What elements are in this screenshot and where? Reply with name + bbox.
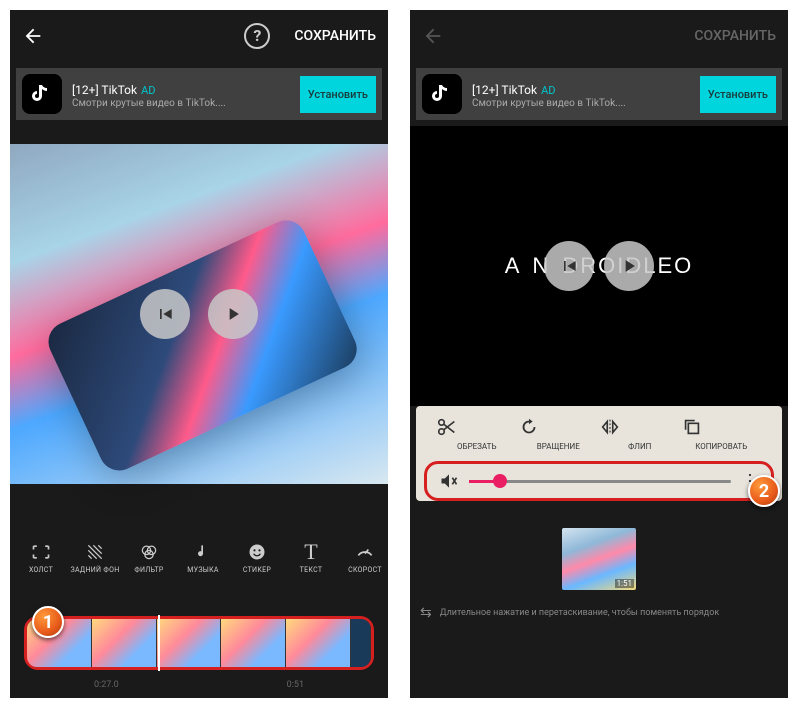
tool-text[interactable]: T ТЕКСТ [284, 540, 338, 574]
timeline-thumb [351, 619, 371, 667]
filter-icon [122, 540, 176, 564]
video-preview[interactable]: A N DROIDLEO [410, 126, 788, 406]
background-icon [68, 540, 122, 564]
ad-subtitle: Смотри крутые видео в TikTok.... [72, 98, 300, 109]
play-button[interactable] [604, 241, 654, 291]
annotation-marker-2: 2 [748, 475, 780, 507]
rotate-icon [518, 416, 600, 440]
ad-text: [12+] TikTok AD Смотри крутые видео в Tik… [72, 79, 300, 109]
time-labels: 0:27.0 0:51 [10, 680, 388, 690]
swap-icon: ⇆ [420, 605, 432, 621]
ad-subtitle: Смотри крутые видео в TikTok.... [472, 98, 700, 109]
edit-panel: ОБРЕЗАТЬ ВРАЩЕНИЕ ФЛИП КОПИРОВАТЬ [416, 406, 782, 501]
mute-icon[interactable] [439, 471, 459, 491]
tool-trim[interactable]: ОБРЕЗАТЬ [436, 416, 518, 451]
phone-screen-right: СОХРАНИТЬ [12+] TikTok AD Смотри крутые в… [410, 10, 788, 698]
tool-copy[interactable]: КОПИРОВАТЬ [681, 416, 763, 451]
volume-slider-row: ⋮ [424, 461, 774, 501]
clip-duration: 1:51 [615, 579, 634, 588]
play-controls [140, 289, 258, 339]
timeline-thumb [92, 619, 157, 667]
back-icon[interactable] [422, 25, 444, 47]
ad-title: [12+] TikTok [472, 83, 537, 97]
video-preview[interactable] [10, 144, 388, 484]
tool-speed[interactable]: СКОРОСТ [338, 540, 388, 574]
tiktok-icon [22, 74, 62, 114]
tool-canvas[interactable]: ХОЛСТ [14, 540, 68, 574]
hint-text: Длительное нажатие и перетаскивание, что… [440, 608, 720, 618]
sticker-icon [230, 540, 284, 564]
flip-icon [599, 416, 681, 440]
play-controls [544, 241, 654, 291]
top-bar: СОХРАНИТЬ [410, 10, 788, 62]
ad-tag: AD [141, 84, 155, 97]
ad-banner[interactable]: [12+] TikTok AD Смотри крутые видео в Tik… [16, 68, 382, 120]
install-button[interactable]: Установить [300, 76, 376, 113]
tool-background[interactable]: ЗАДНИЙ ФОН [68, 540, 122, 574]
ad-tag: AD [541, 84, 555, 97]
ad-text: [12+] TikTok AD Смотри крутые видео в Tik… [472, 79, 700, 109]
tiktok-icon [422, 74, 462, 114]
install-button[interactable]: Установить [700, 76, 776, 113]
speed-icon [338, 540, 388, 564]
back-icon[interactable] [22, 25, 44, 47]
prev-button[interactable] [140, 289, 190, 339]
tool-sticker[interactable]: СТИКЕР [230, 540, 284, 574]
slider-thumb[interactable] [493, 474, 507, 488]
help-icon[interactable]: ? [244, 23, 270, 49]
timeline-thumb [157, 619, 222, 667]
text-icon: T [284, 540, 338, 564]
cut-icon [436, 416, 518, 440]
timeline[interactable] [24, 616, 374, 670]
timeline-thumb [286, 619, 351, 667]
top-bar: ? СОХРАНИТЬ [10, 10, 388, 62]
ad-banner[interactable]: [12+] TikTok AD Смотри крутые видео в Tik… [416, 68, 782, 120]
tool-flip[interactable]: ФЛИП [599, 416, 681, 451]
phone-screen-left: ? СОХРАНИТЬ [12+] TikTok AD Смотри крутые… [10, 10, 388, 698]
tool-row: ХОЛСТ ЗАДНИЙ ФОН ФИЛЬТР МУЗЫКА СТИКЕР T … [10, 532, 388, 578]
canvas-icon [14, 540, 68, 564]
timeline-thumb [221, 619, 286, 667]
prev-button[interactable] [544, 241, 594, 291]
device-image [42, 214, 363, 477]
save-button[interactable]: СОХРАНИТЬ [294, 28, 376, 44]
copy-icon [681, 416, 763, 440]
clip-row: 1:51 [410, 519, 788, 599]
clip-thumbnail[interactable]: 1:51 [562, 528, 636, 590]
tool-music[interactable]: МУЗЫКА [176, 540, 230, 574]
annotation-marker-1: 1 [32, 606, 64, 638]
tool-filter[interactable]: ФИЛЬТР [122, 540, 176, 574]
volume-slider[interactable] [469, 480, 731, 483]
tool-rotate[interactable]: ВРАЩЕНИЕ [518, 416, 600, 451]
music-icon [176, 540, 230, 564]
hint-row: ⇆ Длительное нажатие и перетаскивание, ч… [410, 599, 788, 627]
playhead[interactable] [158, 615, 160, 671]
play-button[interactable] [208, 289, 258, 339]
ad-title: [12+] TikTok [72, 83, 137, 97]
save-button[interactable]: СОХРАНИТЬ [694, 28, 776, 44]
